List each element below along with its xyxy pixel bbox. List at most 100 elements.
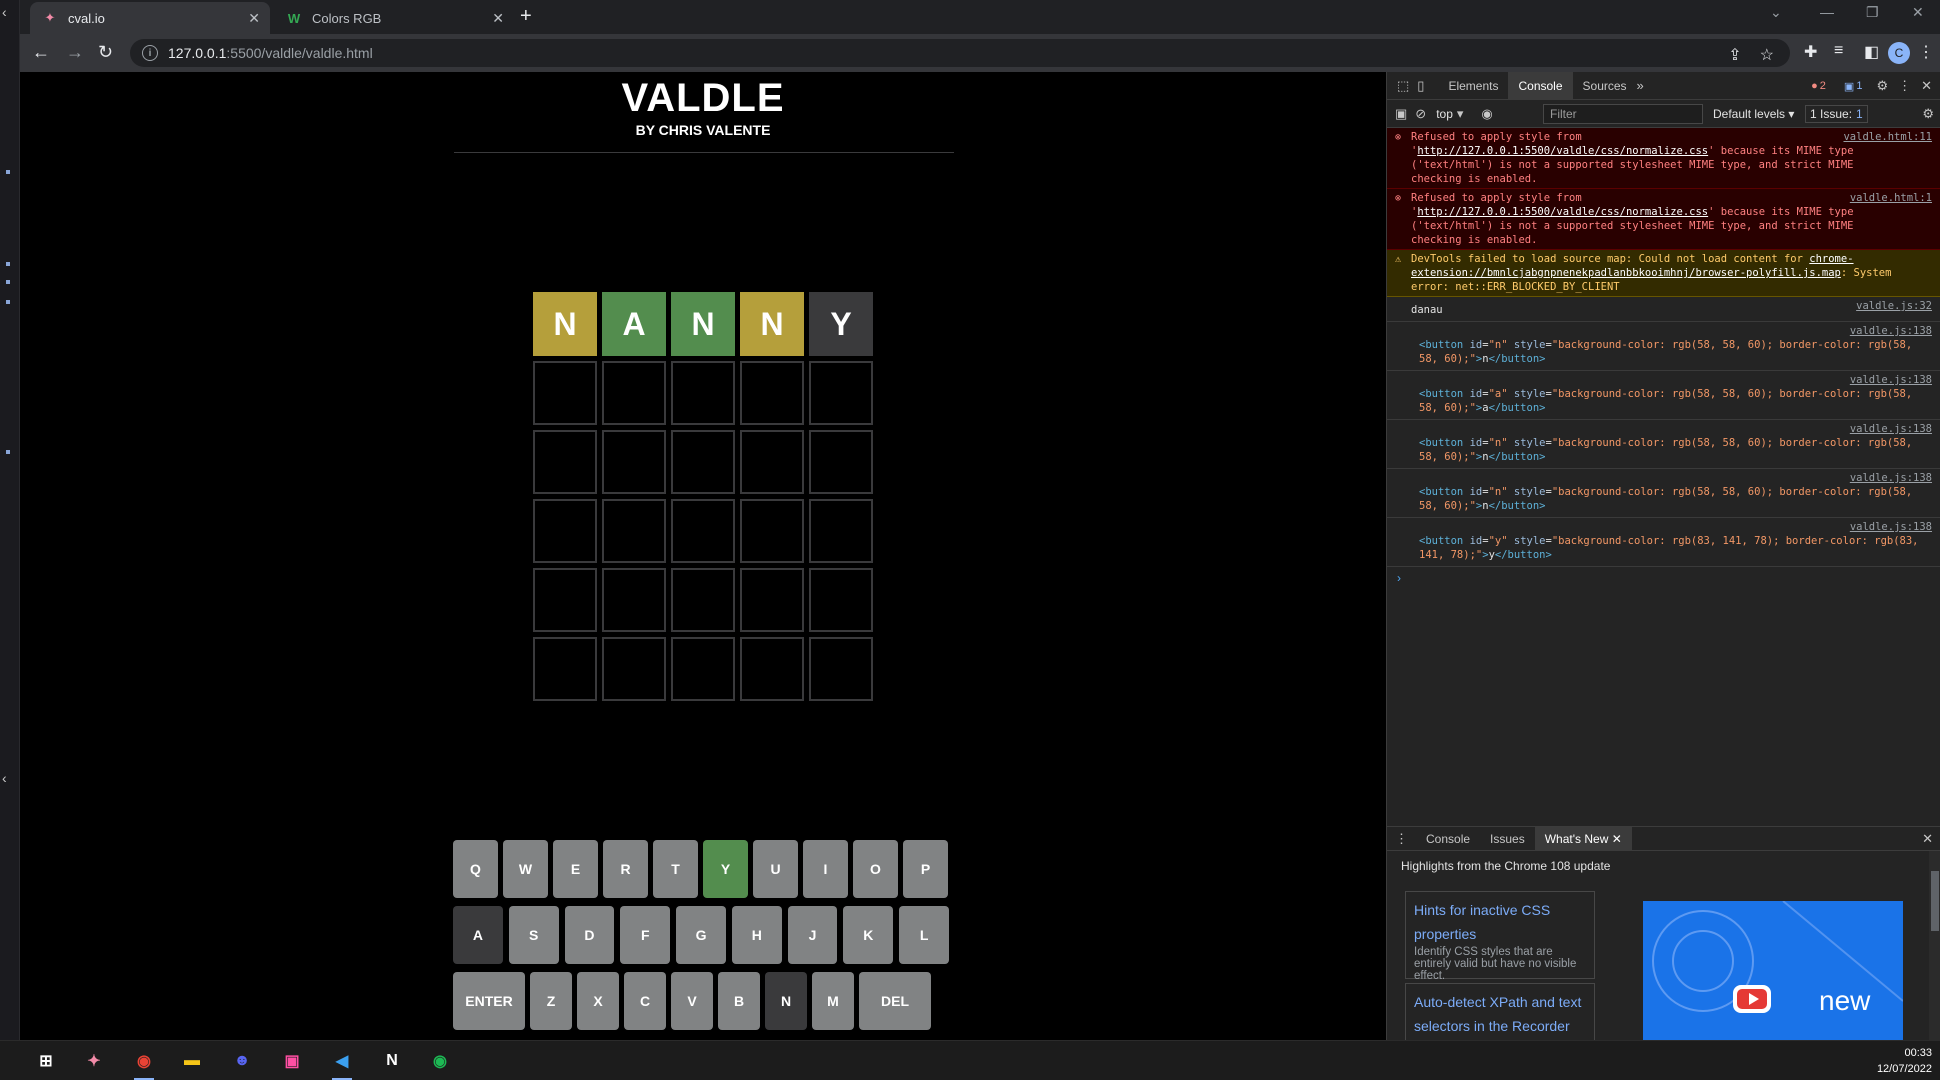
info-icon[interactable]: i bbox=[142, 45, 158, 61]
key-k[interactable]: K bbox=[843, 906, 894, 964]
resource-link[interactable]: http://127.0.0.1:5500/valdle/css/normali… bbox=[1417, 145, 1708, 157]
forward-arrow-icon[interactable]: → bbox=[66, 42, 84, 63]
close-devtools-icon[interactable]: ✕ bbox=[1921, 78, 1932, 94]
key-w[interactable]: W bbox=[503, 840, 548, 898]
drawer-tab-console[interactable]: Console bbox=[1416, 827, 1480, 851]
key-m[interactable]: M bbox=[812, 972, 854, 1030]
bookmark-star-icon[interactable]: ☆ bbox=[1760, 45, 1774, 65]
console-element-log[interactable]: valdle.js:138 <button id="n" style="backg… bbox=[1387, 420, 1940, 469]
source-link[interactable]: valdle.html:1 bbox=[1850, 191, 1932, 205]
source-link[interactable]: valdle.js:138 bbox=[1850, 471, 1932, 485]
key-h[interactable]: H bbox=[731, 906, 782, 964]
key-a[interactable]: A bbox=[453, 906, 503, 964]
close-icon[interactable]: ✕ bbox=[492, 10, 504, 27]
source-link[interactable]: valdle.js:138 bbox=[1850, 373, 1932, 387]
reload-icon[interactable]: ↻ bbox=[98, 42, 113, 63]
profile-avatar[interactable]: C bbox=[1888, 42, 1910, 64]
key-enter[interactable]: ENTER bbox=[453, 972, 525, 1030]
key-v[interactable]: V bbox=[671, 972, 713, 1030]
errors-badge[interactable]: ● 2 bbox=[1807, 78, 1830, 94]
context-selector[interactable]: top bbox=[1436, 107, 1453, 121]
discord-icon[interactable]: ☻ bbox=[230, 1049, 254, 1073]
source-link[interactable]: valdle.js:32 bbox=[1856, 299, 1932, 313]
key-i[interactable]: I bbox=[803, 840, 848, 898]
spotify-icon[interactable]: ◉ bbox=[428, 1049, 452, 1073]
file-explorer-icon[interactable]: ▬ bbox=[180, 1049, 204, 1073]
source-link[interactable]: valdle.js:138 bbox=[1850, 520, 1932, 534]
key-c[interactable]: C bbox=[624, 972, 666, 1030]
side-panel-icon[interactable]: ◧ bbox=[1864, 42, 1879, 62]
console-filter-input[interactable]: Filter bbox=[1543, 104, 1703, 124]
tab-console[interactable]: Console bbox=[1508, 71, 1573, 100]
key-u[interactable]: U bbox=[753, 840, 798, 898]
devtools-menu-icon[interactable]: ⋮ bbox=[1898, 78, 1911, 94]
console-prompt[interactable]: › bbox=[1387, 567, 1940, 589]
card-title[interactable]: Auto-detect XPath and text selectors in … bbox=[1414, 990, 1586, 1038]
drawer-tab-whats-new[interactable]: What's New ✕ bbox=[1534, 826, 1632, 851]
tab-cval[interactable]: ✦ cval.io ✕ bbox=[30, 2, 270, 34]
key-j[interactable]: J bbox=[787, 906, 838, 964]
windows-start-icon[interactable]: ⊞ bbox=[34, 1049, 58, 1073]
whats-new-card[interactable]: Hints for inactive CSS properties Identi… bbox=[1405, 891, 1595, 982]
key-l[interactable]: L bbox=[899, 906, 950, 964]
menu-kebab-icon[interactable]: ⋮ bbox=[1918, 42, 1934, 62]
minimize-button[interactable]: — bbox=[1820, 4, 1834, 20]
log-levels-dropdown[interactable]: Default levels ▾ bbox=[1713, 107, 1794, 121]
card-title[interactable]: Hints for inactive CSS properties bbox=[1414, 898, 1586, 946]
chevron-left-icon[interactable]: ‹ bbox=[2, 770, 7, 786]
media-icon[interactable]: ≡ bbox=[1834, 42, 1843, 60]
key-o[interactable]: O bbox=[853, 840, 898, 898]
console-element-log[interactable]: valdle.js:138 <button id="y" style="backg… bbox=[1387, 518, 1940, 567]
share-icon[interactable]: ⇪ bbox=[1728, 45, 1741, 65]
key-p[interactable]: P bbox=[903, 840, 948, 898]
resource-link[interactable]: http://127.0.0.1:5500/valdle/css/normali… bbox=[1417, 206, 1708, 218]
restore-button[interactable]: ❐ bbox=[1866, 4, 1879, 21]
inspect-element-icon[interactable]: ⬚ bbox=[1397, 78, 1409, 94]
device-toolbar-icon[interactable]: ▯ bbox=[1417, 78, 1424, 94]
notion-icon[interactable]: N bbox=[380, 1049, 404, 1073]
key-z[interactable]: Z bbox=[530, 972, 572, 1030]
key-q[interactable]: Q bbox=[453, 840, 498, 898]
terminal-icon[interactable]: ▣ bbox=[280, 1049, 304, 1073]
sparkle-app-icon[interactable]: ✦ bbox=[82, 1049, 106, 1073]
messages-badge[interactable]: ▣ 1 bbox=[1840, 78, 1867, 94]
console-element-log[interactable]: valdle.js:138 <button id="n" style="backg… bbox=[1387, 469, 1940, 518]
address-bar[interactable]: i 127.0.0.1:5500/valdle/valdle.html ⇪ ☆ bbox=[130, 39, 1790, 67]
sidebar-toggle-icon[interactable]: ▣ bbox=[1395, 106, 1407, 122]
key-y[interactable]: Y bbox=[703, 840, 748, 898]
settings-gear-icon[interactable]: ⚙ bbox=[1876, 78, 1888, 94]
new-tab-button[interactable]: + bbox=[520, 5, 532, 28]
key-n[interactable]: N bbox=[765, 972, 807, 1030]
console-settings-gear-icon[interactable]: ⚙ bbox=[1922, 106, 1934, 122]
close-drawer-icon[interactable]: ✕ bbox=[1922, 831, 1933, 847]
console-element-log[interactable]: valdle.js:138 <button id="n" style="backg… bbox=[1387, 322, 1940, 371]
source-link[interactable]: valdle.js:138 bbox=[1850, 422, 1932, 436]
key-e[interactable]: E bbox=[553, 840, 598, 898]
close-icon[interactable]: ✕ bbox=[248, 10, 260, 27]
key-f[interactable]: F bbox=[620, 906, 671, 964]
key-del[interactable]: DEL bbox=[859, 972, 931, 1030]
issues-button[interactable]: 1 Issue: 1 bbox=[1805, 104, 1868, 123]
scrollbar-thumb[interactable] bbox=[1931, 871, 1939, 931]
tab-elements[interactable]: Elements bbox=[1438, 72, 1508, 100]
close-window-button[interactable]: ✕ bbox=[1912, 4, 1924, 21]
whats-new-card[interactable]: Auto-detect XPath and text selectors in … bbox=[1405, 983, 1595, 1041]
extensions-icon[interactable]: ✚ bbox=[1804, 42, 1817, 62]
back-arrow-icon[interactable]: ← bbox=[32, 42, 50, 63]
clear-console-icon[interactable]: ⊘ bbox=[1415, 106, 1426, 122]
source-link[interactable]: valdle.html:11 bbox=[1843, 130, 1932, 144]
scrollbar[interactable] bbox=[1929, 851, 1940, 1041]
key-g[interactable]: G bbox=[676, 906, 726, 964]
tab-sources[interactable]: Sources bbox=[1573, 72, 1637, 100]
tab-colors-rgb[interactable]: W Colors RGB ✕ bbox=[274, 2, 514, 34]
source-link[interactable]: valdle.js:138 bbox=[1850, 324, 1932, 338]
system-clock[interactable]: 00:33 12/07/2022 bbox=[1877, 1045, 1932, 1077]
tab-search-icon[interactable]: ⌄ bbox=[1770, 4, 1782, 21]
key-s[interactable]: S bbox=[508, 906, 559, 964]
more-tabs-icon[interactable]: » bbox=[1637, 78, 1644, 93]
key-x[interactable]: X bbox=[577, 972, 619, 1030]
drawer-menu-icon[interactable]: ⋮ bbox=[1395, 831, 1408, 847]
chrome-icon[interactable]: ◉ bbox=[132, 1049, 156, 1080]
close-icon[interactable]: ✕ bbox=[1612, 832, 1622, 846]
console-element-log[interactable]: valdle.js:138 <button id="a" style="backg… bbox=[1387, 371, 1940, 420]
